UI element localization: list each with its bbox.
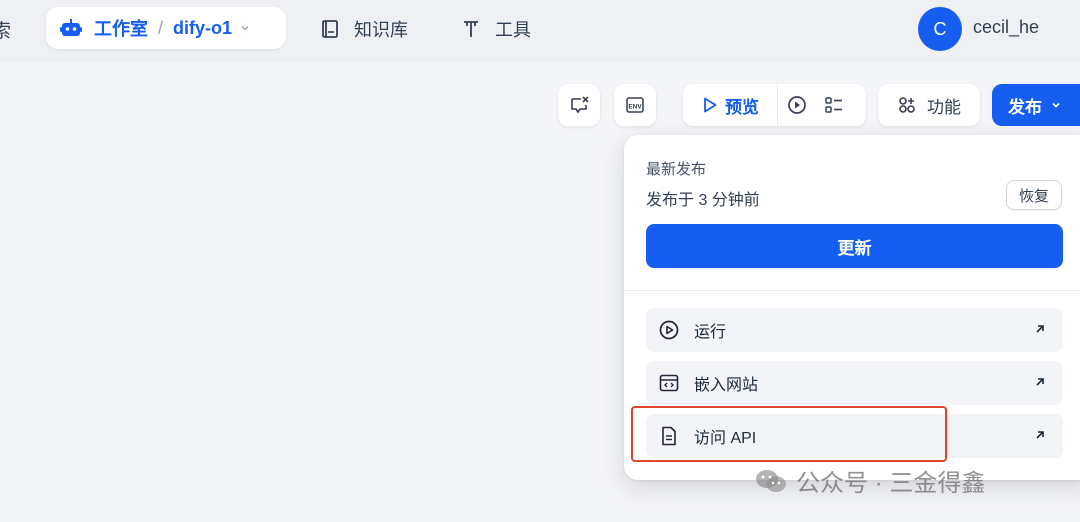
chevron-down-icon [1052,102,1060,108]
username[interactable]: cecil_he [973,17,1039,38]
watermark-text: 公众号 · 三金得鑫 [796,470,986,497]
features-label: 功能 [927,97,961,117]
breadcrumb-separator: / [158,17,164,38]
embed-code-icon [658,372,680,394]
features-button[interactable]: 功能 [878,84,980,126]
chat-variable-icon [571,96,589,114]
highlight-annotation-box [631,406,947,462]
play-icon [704,97,717,113]
arrow-up-right-icon [1036,378,1044,386]
history-play-icon [787,96,806,114]
preview-toolbar-group: 预览 [683,84,866,126]
menu-item-embed-label: 嵌入网站 [694,377,759,394]
chevron-down-icon[interactable] [240,23,250,33]
watermark: 公众号 · 三金得鑫 [754,463,985,498]
nav-knowledge[interactable]: 知识库 [320,14,408,44]
robot-icon [60,19,82,36]
tools-icon [464,21,478,37]
wechat-icon [756,469,786,492]
checklist-icon [824,97,842,113]
features-icon [899,97,915,113]
nav-knowledge-label: 知识库 [354,20,408,40]
env-variables-button[interactable]: ENV [614,84,656,126]
nav-tools[interactable]: 工具 [461,14,531,44]
publish-label: 发布 [1008,97,1042,117]
checklist-button[interactable] [815,84,852,126]
preview-label: 预览 [725,97,759,117]
latest-publish-label: 最新发布 [646,161,707,178]
book-icon [322,20,338,38]
menu-item-embed[interactable]: 嵌入网站 [646,361,1063,405]
breadcrumb: 工作室 / dify-o1 [46,7,286,49]
arrow-up-right-icon [1036,431,1044,439]
restore-button[interactable]: 恢复 [1006,180,1062,210]
breadcrumb-studio-link[interactable]: 工作室 [94,15,148,41]
published-time: 发布于 3 分钟前 [646,192,760,209]
svg-text:ENV: ENV [628,104,642,111]
divider [624,290,1080,291]
run-history-button[interactable] [778,84,815,126]
avatar[interactable]: C [918,7,962,51]
checklist-toggle-button[interactable] [558,84,600,126]
search-label-fragment[interactable]: 索 [0,16,11,43]
play-circle-icon [658,319,680,341]
arrow-up-right-icon [1036,325,1044,333]
publish-button[interactable]: 发布 [992,84,1080,126]
nav-tools-label: 工具 [495,20,531,40]
update-button[interactable]: 更新 [646,224,1063,268]
menu-item-run[interactable]: 运行 [646,308,1063,352]
env-icon: ENV [626,97,644,113]
breadcrumb-app-name[interactable]: dify-o1 [173,18,232,39]
top-navbar: 索 工作室 / dify-o1 知识库 工具 C cecil_he [0,0,1080,62]
menu-item-run-label: 运行 [694,324,727,341]
preview-button[interactable]: 预览 [683,84,778,126]
